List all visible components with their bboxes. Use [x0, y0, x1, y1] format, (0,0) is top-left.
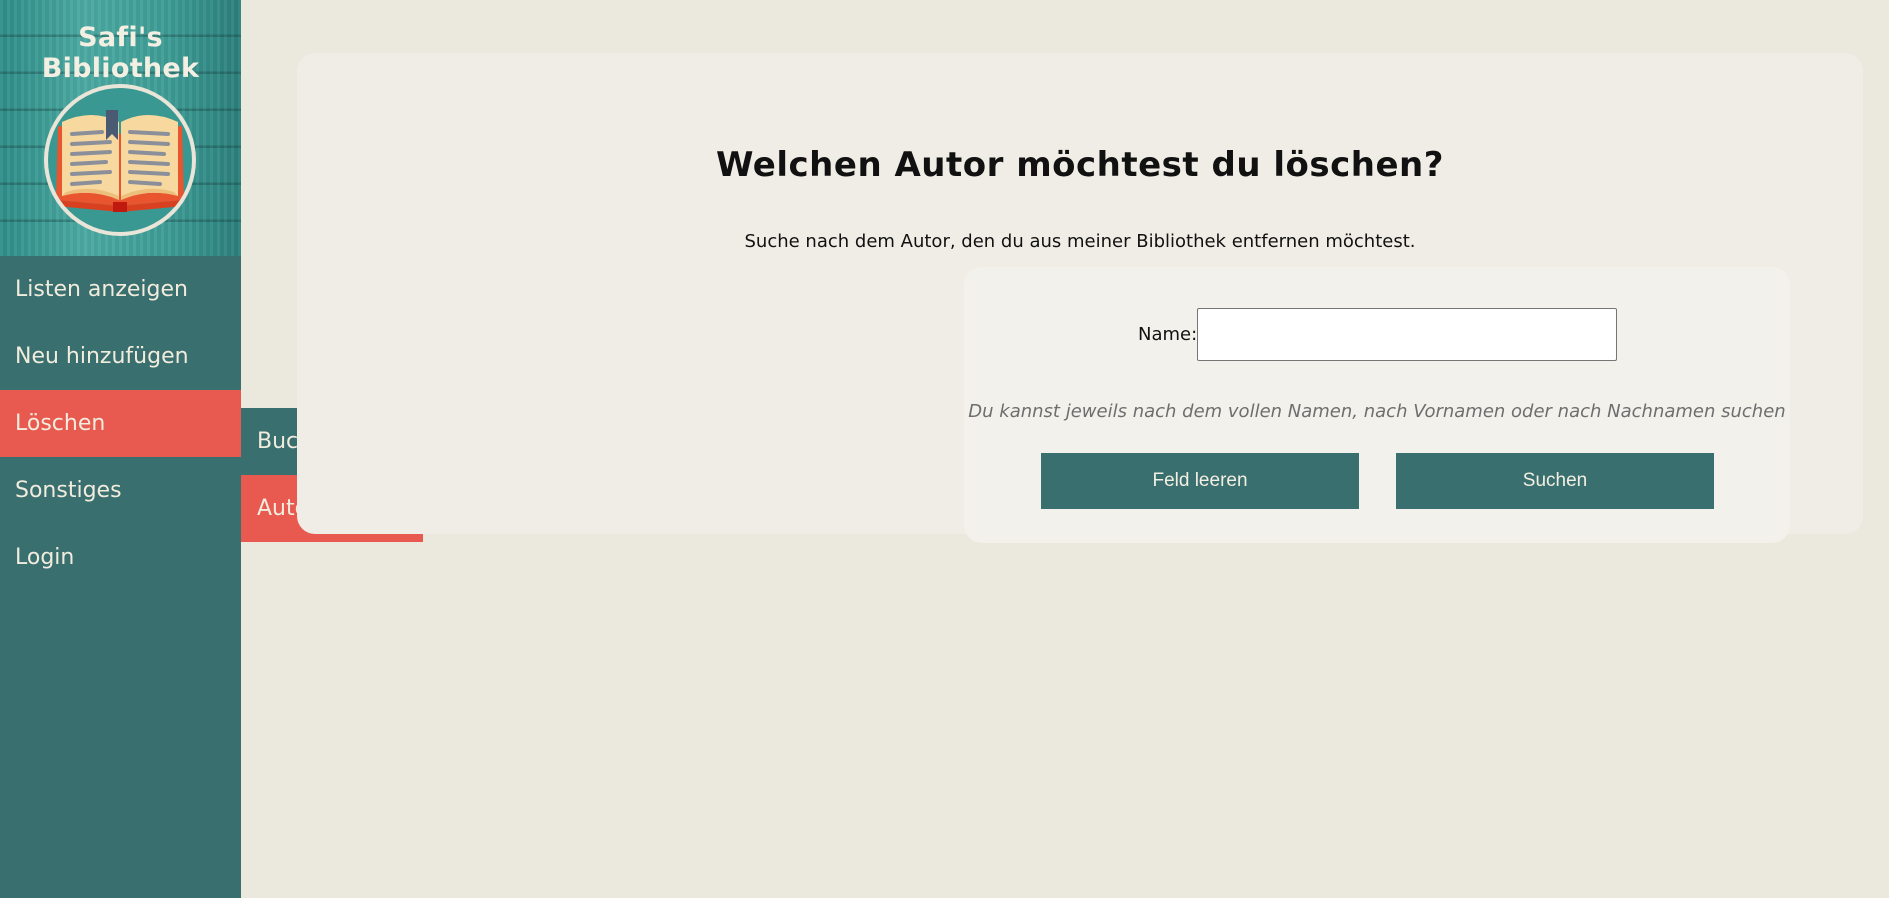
site-title[interactable]: Safi's Bibliothek — [0, 22, 241, 84]
name-input[interactable] — [1197, 308, 1617, 361]
open-book-icon[interactable] — [44, 84, 196, 236]
clear-field-button[interactable]: Feld leeren — [1041, 453, 1359, 509]
search-form: Name: Du kannst jeweils nach dem vollen … — [964, 267, 1790, 543]
nav-item-sonstiges[interactable]: Sonstiges — [0, 457, 241, 524]
sidebar: Safi's Bibliothek Listen anzeigen Neu hi… — [0, 0, 241, 898]
nav-item-neu-hinzufuegen[interactable]: Neu hinzufügen — [0, 323, 241, 390]
search-hint: Du kannst jeweils nach dem vollen Namen,… — [968, 401, 1786, 422]
page-title: Welchen Autor möchtest du löschen? — [716, 145, 1444, 185]
page-description: Suche nach dem Autor, den du aus meiner … — [744, 231, 1416, 252]
nav-item-loeschen[interactable]: Löschen — [0, 390, 241, 457]
sidebar-brand: Safi's Bibliothek — [0, 0, 241, 256]
nav-item-login[interactable]: Login — [0, 524, 241, 591]
content-card: Welchen Autor möchtest du löschen? Suche… — [297, 53, 1863, 543]
main-nav: Listen anzeigen Neu hinzufügen Löschen S… — [0, 256, 241, 591]
name-label: Name: — [1138, 324, 1198, 345]
name-field-row: Name: — [964, 308, 1790, 361]
nav-item-listen-anzeigen[interactable]: Listen anzeigen — [0, 256, 241, 323]
search-button[interactable]: Suchen — [1396, 453, 1714, 509]
